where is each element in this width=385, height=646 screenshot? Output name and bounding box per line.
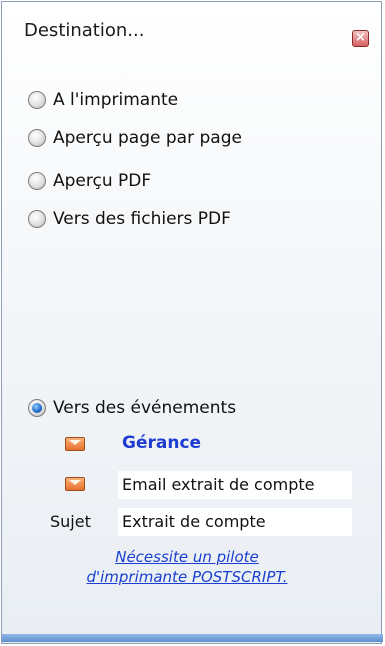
option-pdf-files[interactable]: Vers des fichiers PDF: [28, 206, 231, 232]
recipient-label[interactable]: Gérance: [122, 430, 201, 456]
option-events[interactable]: Vers des événements: [28, 395, 236, 421]
option-printer[interactable]: A l'imprimante: [28, 87, 178, 113]
option-pdf-preview-label: Aperçu PDF: [53, 171, 152, 191]
note-line-1: Nécessite un pilote: [115, 548, 259, 566]
subject-field[interactable]: Extrait de compte: [118, 508, 352, 536]
close-icon[interactable]: ×: [352, 30, 369, 47]
option-printer-label: A l'imprimante: [53, 90, 179, 110]
radio-page-preview[interactable]: [28, 129, 46, 147]
option-page-preview[interactable]: Aperçu page par page: [28, 125, 242, 151]
option-events-label: Vers des événements: [53, 398, 237, 418]
envelope-icon[interactable]: [65, 437, 85, 451]
radio-pdf-files[interactable]: [28, 210, 46, 228]
email-template-field[interactable]: Email extrait de compte: [118, 471, 352, 499]
envelope-icon[interactable]: [65, 477, 85, 491]
destination-panel: Destination... × A l'imprimante Aperçu p…: [1, 1, 383, 644]
option-page-preview-label: Aperçu page par page: [53, 128, 242, 148]
option-pdf-preview[interactable]: Aperçu PDF: [28, 168, 151, 194]
subject-label: Sujet: [50, 512, 91, 531]
radio-printer[interactable]: [28, 91, 46, 109]
panel-title: Destination...: [24, 20, 145, 41]
postscript-driver-link[interactable]: Nécessite un pilote d'imprimante POSTSCR…: [42, 547, 332, 587]
panel-titlebar: Destination... ×: [12, 18, 372, 48]
bottom-border: [2, 634, 383, 642]
option-pdf-files-label: Vers des fichiers PDF: [53, 209, 231, 229]
radio-events[interactable]: [28, 399, 46, 417]
radio-pdf-preview[interactable]: [28, 172, 46, 190]
note-line-2: d'imprimante POSTSCRIPT.: [86, 568, 288, 586]
